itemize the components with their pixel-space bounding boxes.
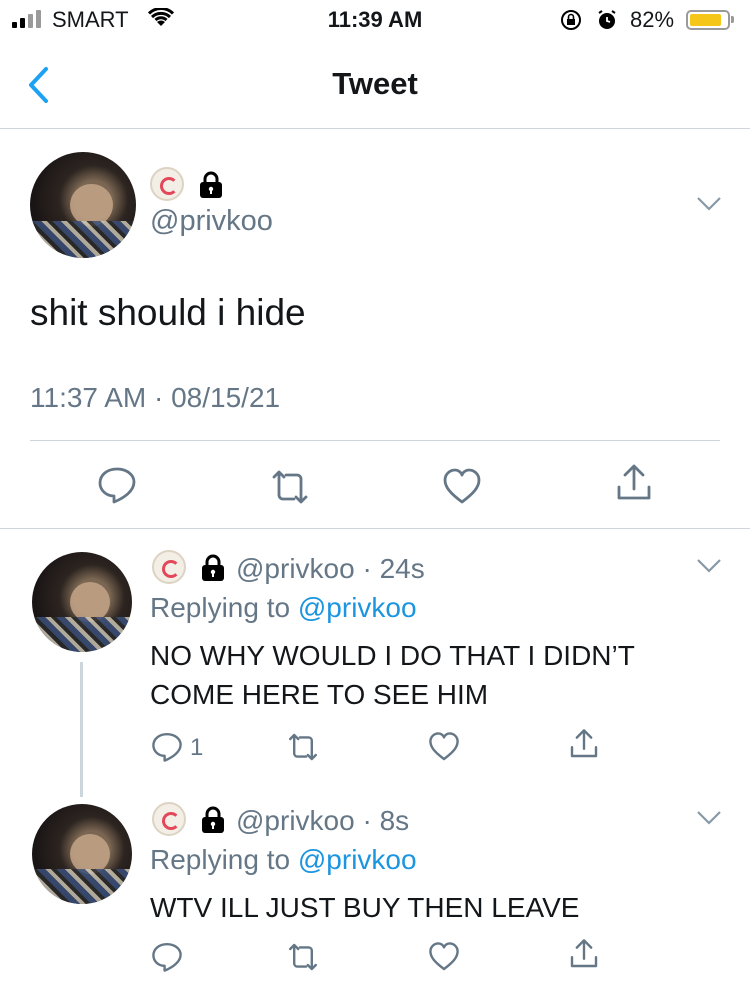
battery-percent: 82%	[630, 7, 675, 32]
tweet-timestamp[interactable]: 11:37 AM · 08/15/21	[30, 382, 280, 414]
tweet-handle[interactable]: @privkoo	[150, 205, 273, 238]
chevron-down-icon[interactable]	[696, 196, 722, 212]
battery-icon	[686, 10, 730, 30]
replying-prefix: Replying to	[150, 844, 298, 875]
reply-icon[interactable]	[151, 731, 183, 763]
tweet-divider	[30, 440, 720, 441]
share-icon[interactable]	[614, 463, 654, 503]
orientation-lock-icon	[561, 10, 581, 30]
nav-divider	[0, 128, 750, 129]
retweet-icon[interactable]	[270, 467, 310, 507]
thread-line	[80, 662, 83, 797]
mention-link[interactable]: @privkoo	[298, 844, 417, 875]
profile-emoji-icon	[152, 550, 186, 584]
battery-fill	[690, 14, 721, 26]
reply-handle-time[interactable]: @privkoo · 8s	[236, 805, 409, 837]
reply-text: WTV ILL JUST BUY THEN LEAVE	[150, 892, 580, 923]
mention-link[interactable]: @privkoo	[298, 592, 417, 623]
page-title: Tweet	[332, 66, 418, 101]
protected-lock-icon	[202, 806, 224, 833]
profile-emoji-icon	[150, 167, 184, 201]
alarm-icon	[598, 10, 616, 29]
avatar[interactable]	[32, 552, 132, 652]
reply-icon[interactable]	[97, 465, 137, 505]
reply-icon[interactable]	[151, 941, 183, 973]
profile-emoji-icon	[152, 802, 186, 836]
tweet-text: shit should i hide	[30, 292, 306, 333]
section-divider	[0, 528, 750, 529]
like-icon[interactable]	[442, 467, 482, 507]
reply-text: NO WHY WOULD I DO THAT I DIDN’T COME HER…	[150, 640, 635, 710]
avatar[interactable]	[30, 152, 136, 258]
replying-prefix: Replying to	[150, 592, 298, 623]
replying-to: Replying to @privkoo	[150, 592, 417, 624]
chevron-down-icon[interactable]	[696, 810, 722, 826]
status-bar: SMART 11:39 AM 82%	[0, 0, 750, 40]
share-icon[interactable]	[568, 938, 600, 970]
retweet-icon[interactable]	[287, 941, 319, 973]
reply-count: 1	[190, 734, 204, 761]
like-icon[interactable]	[428, 731, 460, 763]
protected-lock-icon	[202, 554, 224, 581]
avatar[interactable]	[32, 804, 132, 904]
replying-to: Replying to @privkoo	[150, 844, 417, 876]
retweet-icon[interactable]	[287, 731, 319, 763]
reply-handle-time[interactable]: @privkoo · 24s	[236, 553, 425, 585]
protected-lock-icon	[200, 171, 222, 198]
chevron-down-icon[interactable]	[696, 558, 722, 574]
like-icon[interactable]	[428, 941, 460, 973]
battery-tip	[731, 16, 734, 23]
share-icon[interactable]	[568, 728, 600, 760]
